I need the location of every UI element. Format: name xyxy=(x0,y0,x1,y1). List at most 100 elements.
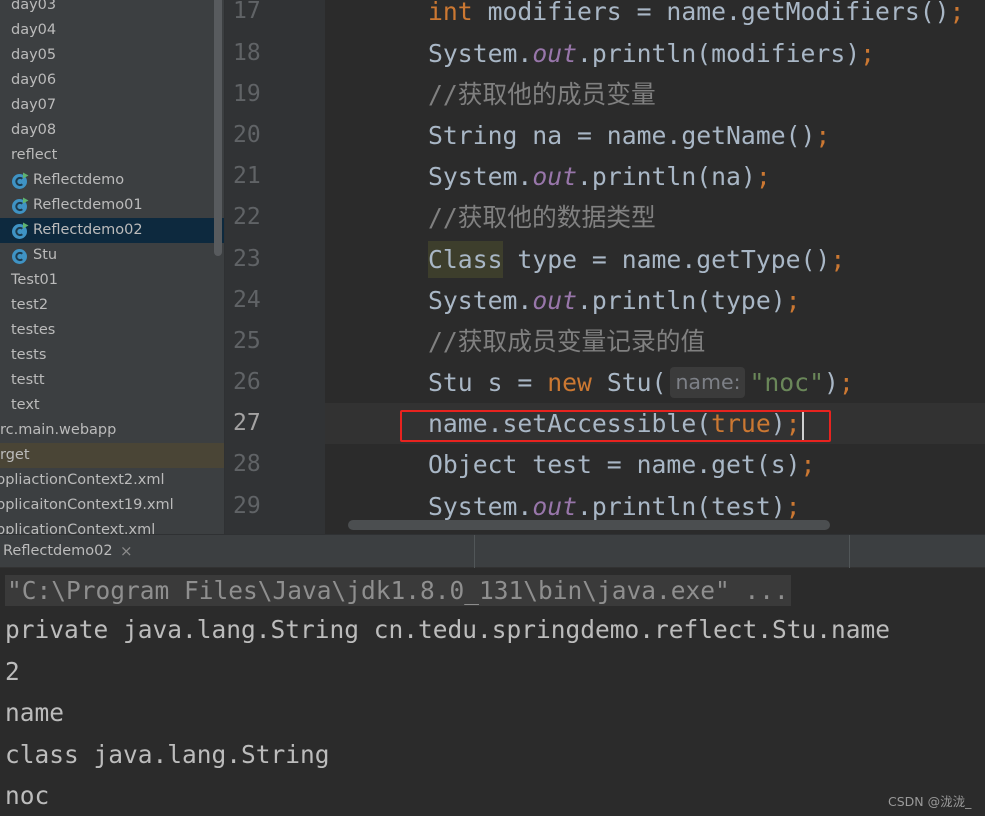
code-token: System. xyxy=(428,162,533,192)
code-line[interactable]: 23 Class type = name.getType(); xyxy=(225,239,985,280)
line-number[interactable]: 22 xyxy=(233,197,261,238)
line-number[interactable]: 26 xyxy=(233,362,261,403)
code-line[interactable]: 18 System.out.println(modifiers); xyxy=(225,33,985,74)
console-line: name xyxy=(0,692,985,733)
parameter-name-hint: name: xyxy=(670,366,746,398)
line-number[interactable]: 21 xyxy=(233,156,261,197)
code-token: .println(test) xyxy=(577,491,786,521)
code-line[interactable]: 28 Object test = name.get(s); xyxy=(225,444,985,485)
tree-item-label: day04 xyxy=(11,21,57,38)
tree-item-label: reflect xyxy=(11,146,58,163)
console-line: class java.lang.String xyxy=(0,734,985,775)
tree-item[interactable]: pplicaitonContext19.xml xyxy=(0,493,224,518)
editor-horizontal-scrollbar[interactable] xyxy=(348,520,830,530)
code-text[interactable]: System.out.println(na); xyxy=(428,156,771,197)
project-tree-scrollbar[interactable] xyxy=(214,0,222,256)
code-line[interactable]: 24 System.out.println(type); xyxy=(225,280,985,321)
code-token: "noc" xyxy=(749,368,824,398)
tree-item[interactable]: reflect xyxy=(0,143,224,168)
code-lines[interactable]: 17 int modifiers = name.getModifiers(); 18… xyxy=(225,0,985,527)
tree-item[interactable]: Test01 xyxy=(0,268,224,293)
run-tab-reflectdemo02[interactable]: Reflectdemo02 × xyxy=(0,535,140,568)
code-editor[interactable]: 17 int modifiers = name.getModifiers(); 18… xyxy=(225,0,985,534)
tree-item-label: Stu xyxy=(33,246,58,263)
tree-item[interactable]: Reflectdemo01 xyxy=(0,193,224,218)
tree-item-label: day03 xyxy=(11,0,57,13)
tree-item-label: Reflectdemo xyxy=(33,171,125,188)
tree-item[interactable]: rc.main.webapp xyxy=(0,418,224,443)
line-number[interactable]: 18 xyxy=(233,33,261,74)
line-number[interactable]: 17 xyxy=(233,0,261,33)
code-token: ; xyxy=(815,120,831,150)
code-token: ; xyxy=(838,368,854,398)
project-tree: day03 day04 day05 day06 day07 day08 reflect Ref… xyxy=(0,0,224,534)
code-token: ) xyxy=(824,368,839,398)
tree-item[interactable]: day08 xyxy=(0,118,224,143)
line-number[interactable]: 20 xyxy=(233,115,261,156)
code-line[interactable]: 19 //获取他的成员变量 xyxy=(225,74,985,115)
code-text[interactable]: int modifiers = name.getModifiers(); xyxy=(428,0,964,33)
class-icon xyxy=(11,247,29,265)
tree-item[interactable]: rget xyxy=(0,442,224,468)
line-number[interactable]: 24 xyxy=(233,280,261,321)
tree-item[interactable]: testt xyxy=(0,368,224,393)
line-number[interactable]: 27 xyxy=(233,403,261,444)
code-text[interactable]: String na = name.getName(); xyxy=(428,115,830,156)
code-text[interactable]: //获取他的成员变量 xyxy=(428,74,656,115)
runnable-class-icon xyxy=(11,172,29,190)
tree-item[interactable]: Reflectdemo02 xyxy=(0,217,224,243)
line-number[interactable]: 19 xyxy=(233,74,261,115)
tree-item-label: text xyxy=(11,396,40,413)
tree-item[interactable]: testes xyxy=(0,318,224,343)
code-token: out xyxy=(532,38,578,68)
tree-item[interactable]: pplicationContext.xml xyxy=(0,518,224,535)
line-number[interactable]: 29 xyxy=(233,486,261,527)
toolbar-divider xyxy=(849,535,850,568)
code-text[interactable]: Class type = name.getType(); xyxy=(428,239,845,280)
tree-item-label: Test01 xyxy=(11,271,59,288)
code-line[interactable]: 17 int modifiers = name.getModifiers(); xyxy=(225,0,985,33)
console-text: class java.lang.String xyxy=(5,739,330,769)
tree-item[interactable]: tests xyxy=(0,343,224,368)
tree-item-label: day08 xyxy=(11,121,57,138)
line-number[interactable]: 23 xyxy=(233,239,261,280)
code-token: ; xyxy=(785,285,801,315)
code-line[interactable]: 22 //获取他的数据类型 xyxy=(225,197,985,238)
console-line: private java.lang.String cn.tedu.springd… xyxy=(0,609,985,650)
tree-item-label: rget xyxy=(0,446,30,463)
tree-item[interactable]: test2 xyxy=(0,293,224,318)
code-token: //获取他的数据类型 xyxy=(428,203,656,233)
code-text[interactable]: System.out.println(modifiers); xyxy=(428,33,875,74)
console-line: 2 xyxy=(0,651,985,692)
tree-item[interactable]: day04 xyxy=(0,18,224,43)
code-token: ; xyxy=(800,450,816,480)
console-text: noc xyxy=(5,780,50,810)
tree-item[interactable]: day03 xyxy=(0,0,224,18)
code-line[interactable]: 26 Stu s = new Stu(name: "noc"); xyxy=(225,362,985,403)
code-text[interactable]: //获取成员变量记录的值 xyxy=(428,321,705,362)
code-text[interactable]: Object test = name.get(s); xyxy=(428,444,815,485)
close-icon[interactable]: × xyxy=(120,535,133,568)
line-number[interactable]: 28 xyxy=(233,444,261,485)
code-text[interactable]: Stu s = new Stu(name: "noc"); xyxy=(428,362,854,403)
watermark: CSDN @泷泷_ xyxy=(888,794,972,809)
code-line[interactable]: 27 name.setAccessible(true); xyxy=(225,403,985,445)
code-text[interactable]: //获取他的数据类型 xyxy=(428,197,656,238)
tree-item[interactable]: day07 xyxy=(0,93,224,118)
tree-item[interactable]: Reflectdemo xyxy=(0,168,224,193)
tree-item[interactable]: text xyxy=(0,393,224,418)
code-token: //获取成员变量记录的值 xyxy=(428,326,706,356)
code-line[interactable]: 20 String na = name.getName(); xyxy=(225,115,985,156)
tree-item[interactable]: day06 xyxy=(0,68,224,93)
code-text[interactable]: System.out.println(type); xyxy=(428,280,801,321)
tree-item[interactable]: Stu xyxy=(0,243,224,268)
tree-item[interactable]: day05 xyxy=(0,43,224,68)
code-token: System. xyxy=(428,38,533,68)
console-text: private java.lang.String cn.tedu.springd… xyxy=(5,615,891,645)
code-line[interactable]: 21 System.out.println(na); xyxy=(225,156,985,197)
runnable-class-icon xyxy=(11,222,29,240)
line-number[interactable]: 25 xyxy=(233,321,261,362)
code-line[interactable]: 25 //获取成员变量记录的值 xyxy=(225,321,985,362)
tree-item[interactable]: ppliactionContext2.xml xyxy=(0,468,224,493)
run-console[interactable]: "C:\Program Files\Java\jdk1.8.0_131\bin\… xyxy=(0,568,985,816)
